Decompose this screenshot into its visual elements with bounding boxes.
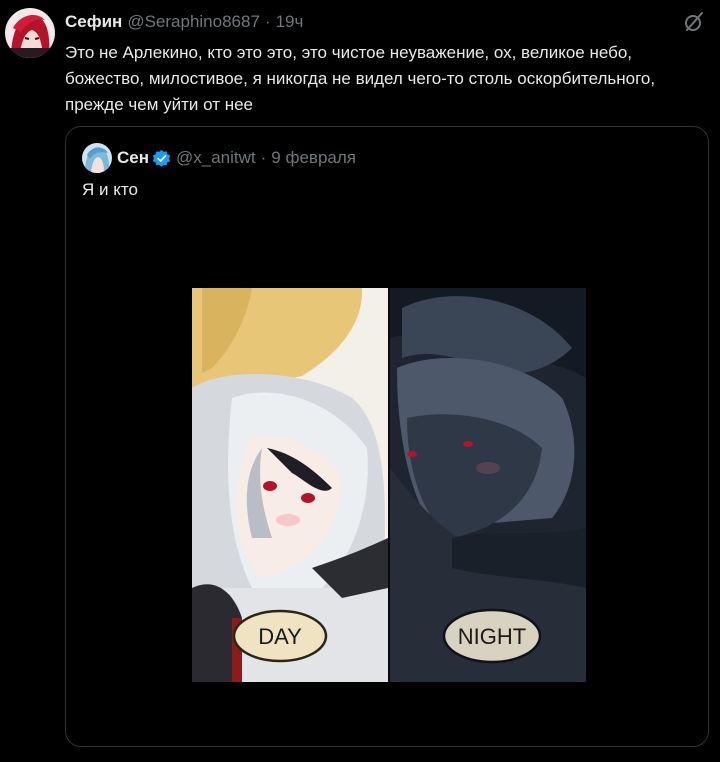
quoted-tweet-date[interactable]: 9 февраля [271,148,356,168]
tweet-text: Это не Арлекино, кто это это, это чистое… [65,43,656,114]
tweet-header: Сефин @Seraphino8687 · 19ч [65,10,706,34]
quoted-author-display-name[interactable]: Сен [117,148,149,168]
quoted-tweet-header: Сен @x_anitwt · 9 февраля [82,143,356,173]
grok-icon [685,12,703,31]
verified-badge-icon [152,149,171,167]
quoted-author-handle[interactable]: @x_anitwt [176,148,256,168]
quoted-tweet-card[interactable]: Сен @x_anitwt · 9 февраля Я и кто DAY NI… [65,126,709,747]
grok-button[interactable] [682,10,706,34]
red-haired-character-avatar-icon [5,8,55,58]
tweet-timestamp[interactable]: 19ч [276,11,304,33]
quoted-header-separator: · [260,148,267,167]
night-label: NIGHT [458,624,526,649]
author-display-name[interactable]: Сефин [65,11,122,33]
quoted-author-avatar[interactable] [82,143,112,173]
quoted-tweet-text: Я и кто [82,180,138,199]
quoted-tweet-image[interactable]: DAY NIGHT [192,288,586,682]
tweet[interactable]: Сефин @Seraphino8687 · 19ч Это не Арлеки… [0,0,720,762]
header-separator: · [264,12,271,31]
day-label: DAY [258,624,302,649]
author-handle[interactable]: @Seraphino8687 [127,11,260,33]
blue-haired-character-avatar-icon [82,143,112,173]
day-night-artwork: DAY NIGHT [192,288,586,682]
author-avatar[interactable] [5,8,55,58]
